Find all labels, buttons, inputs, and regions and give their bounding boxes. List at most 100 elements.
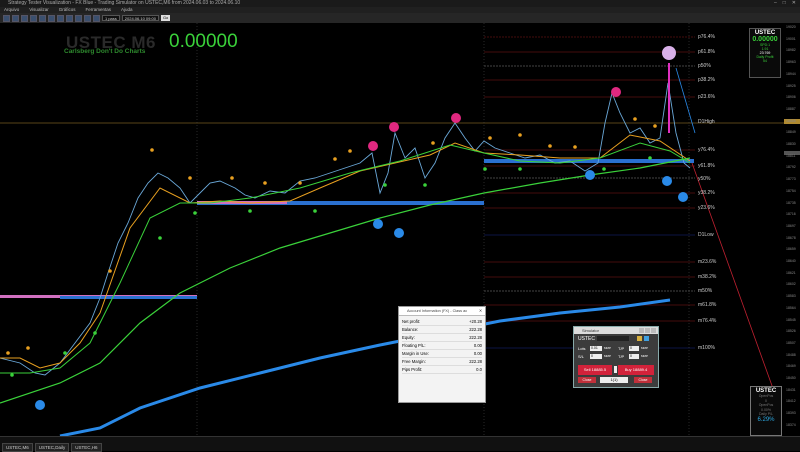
autoscroll-icon[interactable] xyxy=(57,14,64,22)
candle-chart-icon[interactable] xyxy=(21,14,28,22)
level-d1high: D1High xyxy=(698,119,715,125)
row-value: 0.00 xyxy=(456,341,482,350)
minimize-icon[interactable]: – xyxy=(774,0,777,7)
minimize-icon[interactable] xyxy=(639,328,644,333)
price-tick: 18773 xyxy=(786,177,796,182)
tp2-input[interactable]: 0 xyxy=(629,354,639,359)
status-bar xyxy=(0,436,800,451)
level-y236: y23.6% xyxy=(698,205,715,211)
row-value: 222.28 xyxy=(456,357,482,366)
level-p618: p61.8% xyxy=(698,49,715,55)
chart-tabs: USTEC,M6 USTEC,Daily USTEC,H6 xyxy=(2,443,102,452)
trade-panel-title: Simulator xyxy=(582,328,599,333)
symbol-field[interactable] xyxy=(597,336,629,341)
account-table: Net profit: +20.28 Balance: 222.28 Equity:… xyxy=(402,318,482,374)
table-row: Equity: 222.28 xyxy=(402,333,482,342)
sell-button[interactable]: Sell 18885.5 xyxy=(578,365,612,375)
step-icon[interactable] xyxy=(84,14,91,22)
price-tick: 18754 xyxy=(786,188,796,193)
table-row: Floating P/L: 0.00 xyxy=(402,341,482,350)
row-label: Balance: xyxy=(402,325,457,334)
info-line5: 54 xyxy=(763,59,767,63)
buy-button[interactable]: Buy 18889.4 xyxy=(618,365,654,375)
date-field[interactable]: 2024.06.10 09:00 xyxy=(121,15,159,21)
close-icon[interactable] xyxy=(651,328,656,333)
lock-icon[interactable] xyxy=(614,366,617,373)
level-p382: p38.2% xyxy=(698,77,715,83)
close-buy-button[interactable]: Close xyxy=(634,377,652,383)
settings-icon[interactable] xyxy=(637,336,642,341)
row-label: Floating P/L: xyxy=(402,341,457,350)
sl-input[interactable]: 0 xyxy=(590,354,602,359)
tp-unit: MMP xyxy=(641,346,648,350)
window-titlebar: Strategy Tester Visualization - FX Blue … xyxy=(0,0,800,7)
close-sell-button[interactable]: Close xyxy=(578,377,596,383)
price-tick: 18906 xyxy=(786,95,796,100)
close-icon[interactable]: ✕ xyxy=(792,0,796,7)
window-controls: – □ ✕ xyxy=(774,0,796,7)
maximize-icon[interactable]: □ xyxy=(783,0,786,7)
fast-forward-icon[interactable] xyxy=(93,14,100,22)
price-tick: 18393 xyxy=(786,411,796,416)
maximize-icon[interactable] xyxy=(645,328,650,333)
price-tick: 18830 xyxy=(786,142,796,146)
row-label: Margin in Use: xyxy=(402,349,457,358)
play-icon[interactable] xyxy=(66,14,73,22)
row-value: 0.0 xyxy=(456,365,482,374)
price-tick: 18792 xyxy=(786,165,796,170)
price-tick: 18526 xyxy=(786,329,796,334)
price-tick: 18640 xyxy=(786,259,796,263)
tab-ustec-m6[interactable]: USTEC,M6 xyxy=(2,443,33,452)
price-tick: 18545 xyxy=(786,317,796,322)
price-tick: 18412 xyxy=(786,399,796,404)
info2-value: 6.29% xyxy=(757,416,775,423)
level-y764: y76.4% xyxy=(698,147,715,153)
lots-unit: MMP xyxy=(604,346,611,350)
chart-type-icon[interactable] xyxy=(3,14,10,22)
info-icon[interactable] xyxy=(644,336,649,341)
account-info-panel[interactable]: Account Information (FX) - Class ac ✕ Ne… xyxy=(398,306,486,403)
zoom-in-icon[interactable] xyxy=(30,14,37,22)
lots-field[interactable]: 1(1) xyxy=(600,377,628,383)
bar-chart-icon[interactable] xyxy=(12,14,19,22)
toolbar: 1 pass 2024.06.10 09:00 Go xyxy=(0,13,800,23)
tab-ustec-daily[interactable]: USTEC,Daily xyxy=(34,443,70,452)
row-value: 222.28 xyxy=(456,333,482,342)
row-label: Pips Profit: xyxy=(402,365,457,374)
row-value: 0.00 xyxy=(456,349,482,358)
price-tick: 18678 xyxy=(786,235,796,240)
tab-ustec-h6[interactable]: USTEC,H6 xyxy=(71,443,102,452)
price-tick: 18811 xyxy=(786,153,796,158)
zoom-out-icon[interactable] xyxy=(39,14,46,22)
price-tick: 18887 xyxy=(786,106,796,111)
watermark-tagline: Carlsberg Don't Do Charts xyxy=(64,48,146,55)
row-value: +20.28 xyxy=(456,318,482,326)
account-panel-header[interactable]: Account Information (FX) - Class ac ✕ xyxy=(399,307,485,316)
tp-label: T/P xyxy=(618,346,625,351)
lots-input[interactable]: 0.01 xyxy=(590,346,602,351)
table-row: Pips Profit: 0.0 xyxy=(402,365,482,374)
speed-field[interactable]: 1 pass xyxy=(102,15,120,21)
price-tick: 18450 xyxy=(786,376,796,380)
price-tick: 18469 xyxy=(786,364,796,369)
price-tick: 18507 xyxy=(786,340,796,345)
trade-simulator-panel[interactable]: Simulator USTEC Lots 0.01 T/P 0 S/L 0 T/… xyxy=(573,326,659,388)
tp2-label: T/P xyxy=(618,354,625,359)
tp-input[interactable]: 0 xyxy=(629,346,639,351)
watermark-value: 0.00000 xyxy=(169,31,238,52)
price-tick: 18849 xyxy=(786,130,796,135)
level-p50: p50% xyxy=(698,63,711,69)
price-tick: 18564 xyxy=(786,305,796,310)
price-tick: 18621 xyxy=(786,270,796,275)
go-button[interactable]: Go xyxy=(160,15,171,21)
account-panel-title: Account Information (FX) - Class ac xyxy=(407,309,468,313)
price-tick: 19001 xyxy=(786,36,796,41)
price-tick: 18697 xyxy=(786,223,796,228)
pause-icon[interactable] xyxy=(75,14,82,22)
table-row: Balance: 222.28 xyxy=(402,325,482,334)
grid-icon[interactable] xyxy=(48,14,55,22)
price-tick: 18868 xyxy=(786,118,796,123)
trade-panel-header[interactable]: Simulator xyxy=(574,327,658,334)
close-icon[interactable]: ✕ xyxy=(479,307,482,315)
sl-label: S/L xyxy=(578,354,585,359)
